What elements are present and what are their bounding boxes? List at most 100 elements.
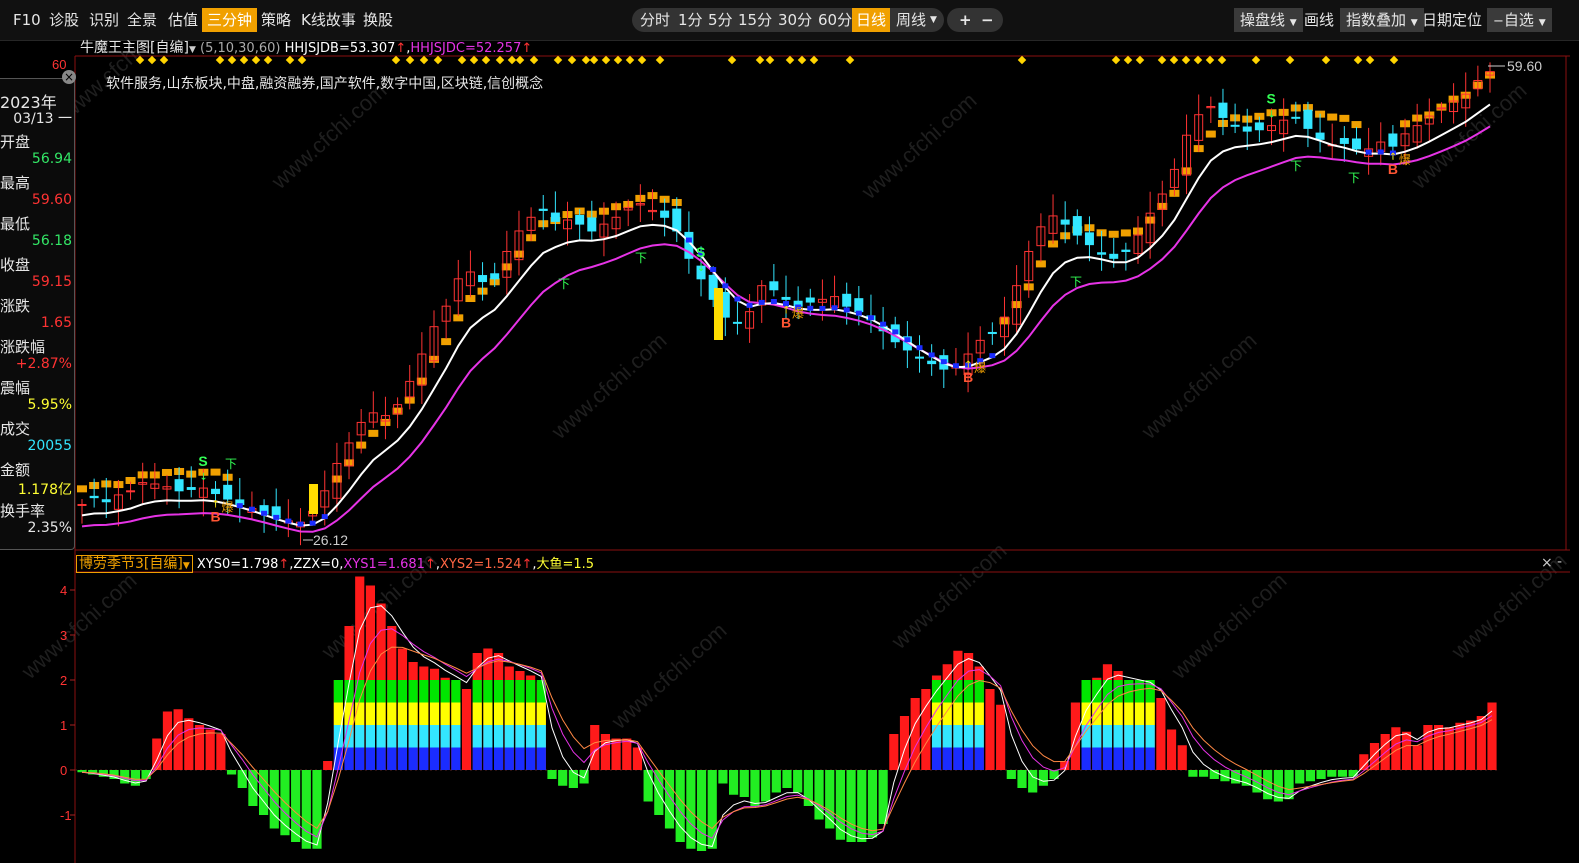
diamond-mark (239, 55, 249, 65)
up-arrow-icon: ↑ (278, 557, 290, 572)
down-dot (831, 305, 838, 311)
diamond-mark (433, 55, 443, 65)
sub-bar-up (216, 734, 226, 770)
sub-band (931, 725, 942, 748)
zoom-in-button[interactable]: + (955, 8, 976, 32)
toolbar-item-0[interactable]: F10 (8, 8, 46, 32)
toolbar-item-7[interactable]: K线故事 (296, 8, 361, 32)
main-indicator-name[interactable]: 牛魔王主图[自编] (80, 40, 189, 56)
period-tab-7[interactable]: 周线 (892, 8, 930, 32)
down-mark: 下 (1290, 159, 1302, 173)
sub-band (536, 725, 546, 748)
sub-legend: 博劳季节3[自编]▼ XYS0=1.798↑,ZZX=0,XYS1=1.681↑… (76, 553, 594, 573)
candle-body (211, 488, 221, 495)
up-arrow-icon: ↑ (1389, 152, 1397, 163)
down-dot (1377, 149, 1384, 155)
sub-bar-up (1177, 745, 1187, 770)
sub-band (515, 725, 525, 748)
low-price-label: 26.12 (313, 532, 348, 548)
sub-band (974, 747, 984, 770)
sub-band (429, 680, 440, 703)
hhjsjdb-value: HHJSJDB=53.307 (284, 41, 396, 56)
diamond-mark (481, 55, 491, 65)
sub-indicator-text: 博劳季节3[自编] (79, 556, 183, 572)
period-tab-6[interactable]: 日线 (852, 8, 891, 32)
sub-bar-down (1188, 770, 1198, 777)
sub-indicator-name[interactable]: 博劳季节3[自编]▼ (76, 555, 193, 573)
sub-bar-up (184, 718, 194, 770)
diamond-mark (1321, 55, 1331, 65)
sub-band (526, 702, 536, 725)
sub-bar-down (1028, 770, 1038, 793)
diamond-mark (469, 55, 479, 65)
operate-line-dropdown[interactable]: 操盘线 ▼ (1234, 8, 1303, 32)
down-mark: 下 (1070, 275, 1082, 289)
candle-body (987, 331, 997, 335)
info-label-4: 涨跌 (0, 297, 31, 315)
sub-band (440, 747, 450, 770)
period-tab-5[interactable]: 60分 (814, 8, 856, 32)
diamond-mark (637, 55, 647, 65)
sub-bar-up (590, 725, 600, 770)
info-label-0: 开盘 (0, 133, 31, 151)
period-tab-1[interactable]: 1分 (674, 8, 707, 32)
sell-signal: S (1267, 91, 1276, 107)
watermark-text: www.cfchi.com (266, 78, 392, 195)
toolbar-item-5[interactable]: 三分钟 (202, 8, 258, 32)
sub-band (483, 747, 493, 770)
sub-band (494, 725, 504, 748)
sub-bar-down (643, 770, 653, 802)
toolbar-item-6[interactable]: 策略 (256, 8, 296, 32)
watchlist-dropdown[interactable]: −自选 ▼ (1487, 8, 1552, 32)
candle-body (490, 273, 500, 280)
sub-bar-down (301, 770, 311, 849)
info-label-2: 最低 (0, 215, 31, 233)
sub-band (376, 725, 386, 748)
sub-tick-label: 0 (60, 763, 67, 778)
sub-band (472, 747, 482, 770)
sub-band (355, 725, 365, 748)
sub-minimize-button[interactable]: - (1557, 554, 1562, 570)
toolbar-item-4[interactable]: 估值 (163, 8, 203, 32)
diamond-mark (515, 55, 525, 65)
period-tab-0[interactable]: 分时 (636, 8, 674, 32)
diamond-mark (1205, 55, 1215, 65)
sub-band (974, 725, 984, 748)
sub-band (1134, 747, 1145, 770)
sub-band (536, 747, 546, 770)
close-icon[interactable]: × (62, 70, 76, 84)
sub-band (365, 702, 375, 725)
sub-band (355, 747, 365, 770)
sub-band (376, 680, 386, 703)
diamond-mark (553, 55, 563, 65)
down-dot (916, 345, 923, 351)
toolbar-item-1[interactable]: 诊股 (44, 8, 84, 32)
zoom-out-button[interactable]: − (977, 8, 998, 32)
index-overlay-dropdown[interactable]: 指数叠加 ▼ (1340, 8, 1424, 32)
sub-bar-down (675, 770, 685, 842)
period-tab-3[interactable]: 15分 (734, 8, 776, 32)
period-tab-2[interactable]: 5分 (704, 8, 737, 32)
sub-band (387, 680, 397, 703)
up-arrow-icon: ↑ (521, 557, 533, 572)
period-tab-4[interactable]: 30分 (774, 8, 816, 32)
watermark-text: www.cfchi.com (546, 328, 672, 445)
draw-line-button[interactable]: 画线 (1304, 8, 1334, 32)
candle-body (1242, 126, 1252, 132)
sub-band (942, 725, 952, 748)
sub-close-button[interactable]: × (1541, 555, 1553, 571)
diamond-mark (797, 55, 807, 65)
sub-bar-down (825, 770, 835, 829)
sub-band (931, 747, 942, 770)
sub-bar-up (323, 761, 333, 770)
sub-bar-down (686, 770, 696, 849)
toolbar-item-2[interactable]: 识别 (84, 8, 124, 32)
toolbar-item-3[interactable]: 全景 (122, 8, 162, 32)
kline-chart-area[interactable]: www.cfchi.com www.cfchi.com www.cfchi.com w… (0, 40, 1579, 863)
watermark-text: www.cfchi.com (1166, 568, 1292, 685)
sub-band (1113, 747, 1123, 770)
date-locate-button[interactable]: 日期定位 (1422, 8, 1482, 32)
sub-band (942, 747, 952, 770)
toolbar-item-8[interactable]: 换股 (358, 8, 398, 32)
xys0-value: XYS0=1.798 (196, 557, 279, 572)
